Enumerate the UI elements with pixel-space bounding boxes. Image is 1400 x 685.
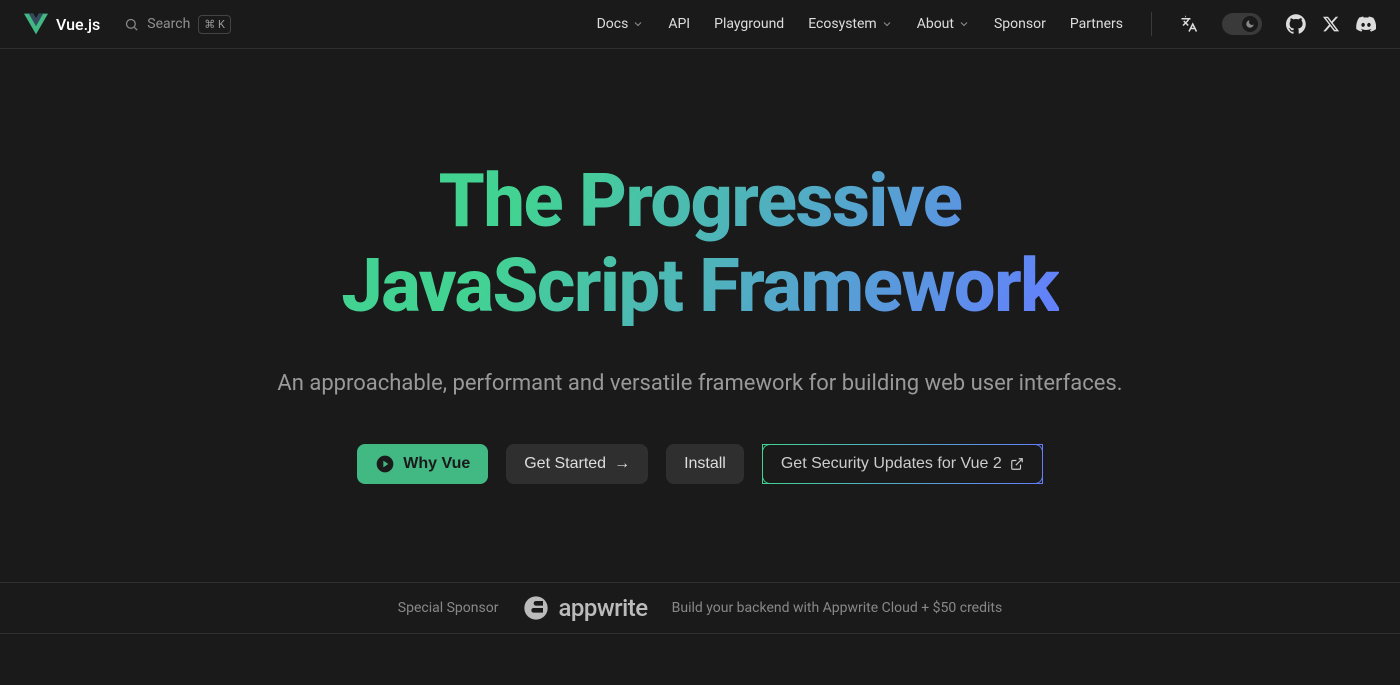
arrow-right-icon: → (614, 455, 630, 473)
vue2-security-button[interactable]: Get Security Updates for Vue 2 (762, 444, 1043, 484)
nav-partners[interactable]: Partners (1070, 16, 1123, 32)
brand-name: Vue.js (56, 15, 100, 34)
hero-title: The Progressive JavaScript Framework (341, 159, 1058, 329)
why-vue-button[interactable]: Why Vue (357, 444, 488, 484)
search-button[interactable]: Search ⌘ K (124, 15, 231, 34)
search-shortcut: ⌘ K (198, 15, 231, 34)
sponsor-bar[interactable]: Special Sponsor appwrite Build your back… (0, 582, 1400, 634)
translate-button[interactable] (1180, 15, 1198, 33)
translate-icon (1180, 15, 1198, 33)
nav-api[interactable]: API (668, 16, 690, 32)
chevron-down-icon (958, 18, 970, 30)
vue-logo-icon (24, 12, 48, 36)
chevron-down-icon (632, 18, 644, 30)
theme-toggle[interactable] (1222, 13, 1262, 35)
nav-divider (1151, 12, 1152, 36)
nav-docs[interactable]: Docs (597, 16, 645, 32)
discord-link[interactable] (1356, 14, 1376, 34)
external-link-icon (1010, 457, 1024, 471)
theme-toggle-knob (1242, 16, 1258, 32)
moon-icon (1245, 19, 1255, 29)
chevron-down-icon (881, 18, 893, 30)
sponsor-logo: appwrite (522, 594, 647, 622)
install-button[interactable]: Install (666, 444, 744, 484)
github-icon (1286, 14, 1306, 34)
nav-sponsor[interactable]: Sponsor (994, 16, 1046, 32)
x-link[interactable] (1322, 15, 1340, 33)
nav-ecosystem[interactable]: Ecosystem (808, 16, 893, 32)
play-icon (375, 454, 395, 474)
sponsor-tagline: Build your backend with Appwrite Cloud +… (672, 600, 1003, 616)
search-icon (124, 17, 139, 32)
logo-link[interactable]: Vue.js (24, 12, 100, 36)
hero-tagline: An approachable, performant and versatil… (277, 371, 1122, 396)
discord-icon (1356, 14, 1376, 34)
get-started-button[interactable]: Get Started → (506, 444, 648, 484)
appwrite-icon (522, 594, 550, 622)
nav-about[interactable]: About (917, 16, 970, 32)
search-label: Search (147, 16, 190, 32)
github-link[interactable] (1286, 14, 1306, 34)
sponsor-label: Special Sponsor (398, 600, 499, 616)
x-icon (1322, 15, 1340, 33)
nav-playground[interactable]: Playground (714, 16, 784, 32)
